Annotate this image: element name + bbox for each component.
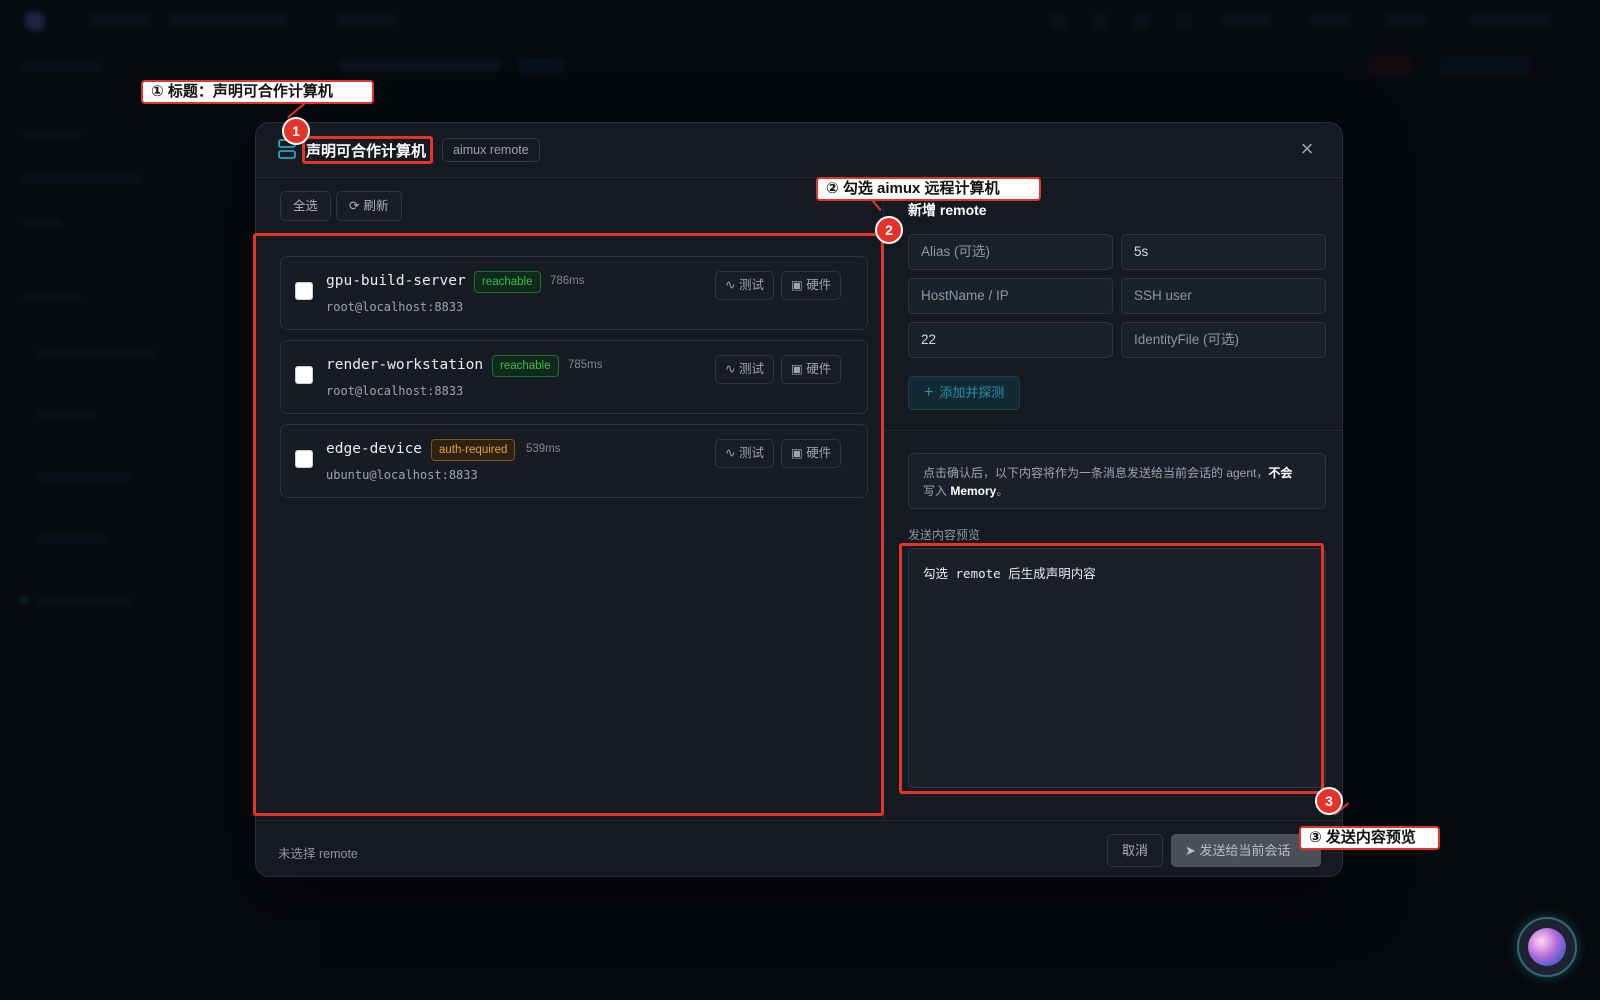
hardware-label: 硬件: [806, 446, 832, 460]
assistant-orb-button[interactable]: [1517, 917, 1577, 977]
ssh-user-input[interactable]: SSH user: [1121, 278, 1326, 314]
notice-end: 。: [996, 484, 1009, 498]
chip-icon: ▣: [791, 446, 803, 460]
port-input[interactable]: 22: [908, 322, 1113, 358]
preview-content: 勾选 remote 后生成声明内容: [908, 548, 1326, 788]
modal-header: 声明可合作计算机 aimux remote ×: [256, 123, 1342, 178]
hardware-button[interactable]: ▣ 硬件: [781, 271, 842, 300]
refresh-button[interactable]: ⟳ 刷新: [336, 191, 402, 221]
remote-name: edge-device: [326, 441, 423, 457]
add-and-probe-label: 添加并探测: [939, 385, 1005, 400]
send-icon: ➤: [1185, 843, 1196, 858]
remote-checkbox[interactable]: [295, 450, 313, 468]
test-label: 测试: [738, 278, 764, 292]
remote-card[interactable]: gpu-build-server reachable 786ms root@lo…: [280, 256, 868, 330]
remote-checkbox[interactable]: [295, 366, 313, 384]
assistant-orb-icon: [1528, 928, 1566, 966]
remote-name: gpu-build-server: [326, 273, 466, 289]
hardware-button[interactable]: ▣ 硬件: [781, 355, 842, 384]
notice-emphasis: 不会: [1268, 466, 1293, 480]
select-all-label: 全选: [293, 199, 319, 213]
status-badge: auth-required: [431, 439, 516, 461]
marker-3: 3: [1315, 787, 1343, 815]
latency-label: 785ms: [568, 359, 603, 371]
latency-label: 539ms: [526, 443, 561, 455]
remote-address: root@localhost:8833: [326, 300, 464, 314]
timeout-input[interactable]: 5s: [1121, 234, 1326, 270]
pulse-icon: ∿: [725, 278, 736, 292]
test-button[interactable]: ∿ 测试: [715, 439, 774, 468]
notice-text-2: 写入: [923, 484, 951, 498]
marker-1: 1: [282, 117, 310, 145]
pulse-icon: ∿: [725, 446, 736, 460]
add-remote-pane: 新增 remote Alias (可选) 5s HostName / IP SS…: [884, 178, 1342, 820]
remote-address: ubuntu@localhost:8833: [326, 468, 478, 482]
refresh-icon: ⟳: [349, 199, 360, 213]
add-and-probe-button[interactable]: + 添加并探测: [908, 376, 1021, 410]
aimux-remote-tag: aimux remote: [442, 138, 540, 162]
remote-card[interactable]: edge-device auth-required 539ms ubuntu@l…: [280, 424, 868, 498]
chip-icon: ▣: [791, 362, 803, 376]
pulse-icon: ∿: [725, 362, 736, 376]
remote-card[interactable]: render-workstation reachable 785ms root@…: [280, 340, 868, 414]
chip-icon: ▣: [791, 278, 803, 292]
hostname-input[interactable]: HostName / IP: [908, 278, 1113, 314]
identity-file-input[interactable]: IdentityFile (可选): [1121, 322, 1326, 358]
remote-checkbox[interactable]: [295, 282, 313, 300]
section-divider: [884, 430, 1342, 431]
modal-footer: 未选择 remote 取消 ➤ 发送给当前会话: [256, 820, 1342, 876]
test-button[interactable]: ∿ 测试: [715, 271, 774, 300]
declare-computers-modal: 声明可合作计算机 aimux remote × 全选 ⟳ 刷新 gpu-build…: [255, 122, 1343, 877]
cancel-button[interactable]: 取消: [1107, 834, 1164, 867]
notice-text: 点击确认后，以下内容将作为一条消息发送给当前会话的 agent，: [923, 466, 1269, 480]
test-label: 测试: [738, 446, 764, 460]
latency-label: 786ms: [550, 275, 585, 287]
callout-2: ② 勾选 aimux 远程计算机: [816, 177, 1041, 201]
modal-title: 声明可合作计算机: [306, 143, 427, 160]
status-badge: reachable: [492, 355, 559, 377]
notice-memory: Memory: [950, 484, 997, 498]
hardware-button[interactable]: ▣ 硬件: [781, 439, 842, 468]
selection-status: 未选择 remote: [278, 847, 358, 861]
close-icon[interactable]: ×: [1296, 138, 1318, 161]
refresh-label: 刷新: [363, 199, 389, 213]
remote-name: render-workstation: [326, 357, 484, 373]
hardware-label: 硬件: [806, 362, 832, 376]
marker-2: 2: [875, 216, 903, 244]
test-label: 测试: [738, 362, 764, 376]
select-all-button[interactable]: 全选: [280, 191, 332, 221]
hardware-label: 硬件: [806, 278, 832, 292]
callout-1: ① 标题：声明可合作计算机: [141, 80, 374, 104]
send-notice: 点击确认后，以下内容将作为一条消息发送给当前会话的 agent，不会写入 Mem…: [908, 453, 1326, 509]
test-button[interactable]: ∿ 测试: [715, 355, 774, 384]
add-remote-title: 新增 remote: [908, 202, 987, 218]
remote-address: root@localhost:8833: [326, 384, 464, 398]
send-label: 发送给当前会话: [1199, 843, 1291, 858]
callout-3: ③ 发送内容预览: [1299, 826, 1440, 850]
plus-icon: +: [924, 384, 934, 401]
status-badge: reachable: [474, 271, 541, 293]
remote-list: gpu-build-server reachable 786ms root@lo…: [256, 233, 883, 803]
alias-input[interactable]: Alias (可选): [908, 234, 1113, 270]
preview-label: 发送内容预览: [908, 528, 981, 542]
